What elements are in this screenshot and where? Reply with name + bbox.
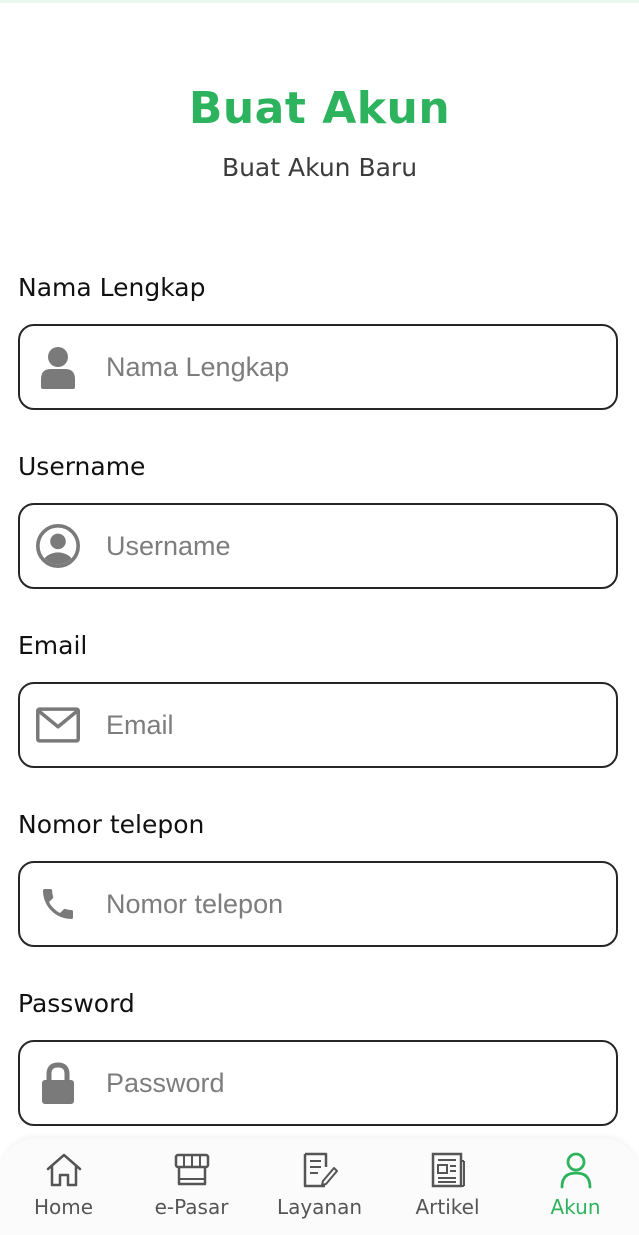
full-name-input-box[interactable] [18,324,618,410]
phone-label: Nomor telepon [18,810,205,839]
field-username: Username [18,447,622,589]
page-header: Buat Akun Buat Akun Baru [0,80,639,184]
email-label: Email [18,631,88,660]
nav-label-artikel: Artikel [415,1195,480,1219]
nav-item-akun[interactable]: Akun [512,1138,639,1235]
page-subtitle: Buat Akun Baru [221,153,418,182]
newspaper-icon [428,1150,468,1190]
top-divider [0,0,639,3]
email-input[interactable] [106,684,596,766]
phone-input[interactable] [106,863,596,945]
home-icon [44,1150,84,1190]
page-title: Buat Akun [188,83,451,134]
username-input[interactable] [106,505,596,587]
nav-item-artikel[interactable]: Artikel [384,1138,511,1235]
nav-item-e-pasar[interactable]: e-Pasar [128,1138,255,1235]
register-form: Nama Lengkap Username [18,268,622,1163]
password-label: Password [18,989,135,1018]
bottom-navigation: Home e-Pasar Layanan Artikel Akun [0,1138,639,1235]
full-name-label: Nama Lengkap [18,273,206,302]
envelope-icon [36,703,80,747]
user-icon [556,1150,596,1190]
phone-input-box[interactable] [18,861,618,947]
person-icon [36,345,80,389]
full-name-input[interactable] [106,326,596,408]
field-password: Password [18,984,622,1126]
password-input[interactable] [106,1042,596,1124]
username-label: Username [18,452,146,481]
email-input-box[interactable] [18,682,618,768]
nav-label-home: Home [33,1195,94,1219]
username-input-box[interactable] [18,503,618,589]
account-circle-icon [36,524,80,568]
store-icon [172,1150,212,1190]
password-input-box[interactable] [18,1040,618,1126]
field-phone: Nomor telepon [18,805,622,947]
nav-label-e-pasar: e-Pasar [154,1195,229,1219]
field-email: Email [18,626,622,768]
nav-label-layanan: Layanan [276,1195,363,1219]
field-full-name: Nama Lengkap [18,268,622,410]
nav-item-home[interactable]: Home [0,1138,127,1235]
nav-item-layanan[interactable]: Layanan [256,1138,383,1235]
phone-icon [36,882,80,926]
lock-icon [36,1061,80,1105]
document-edit-icon [300,1150,340,1190]
nav-label-akun: Akun [550,1195,601,1219]
